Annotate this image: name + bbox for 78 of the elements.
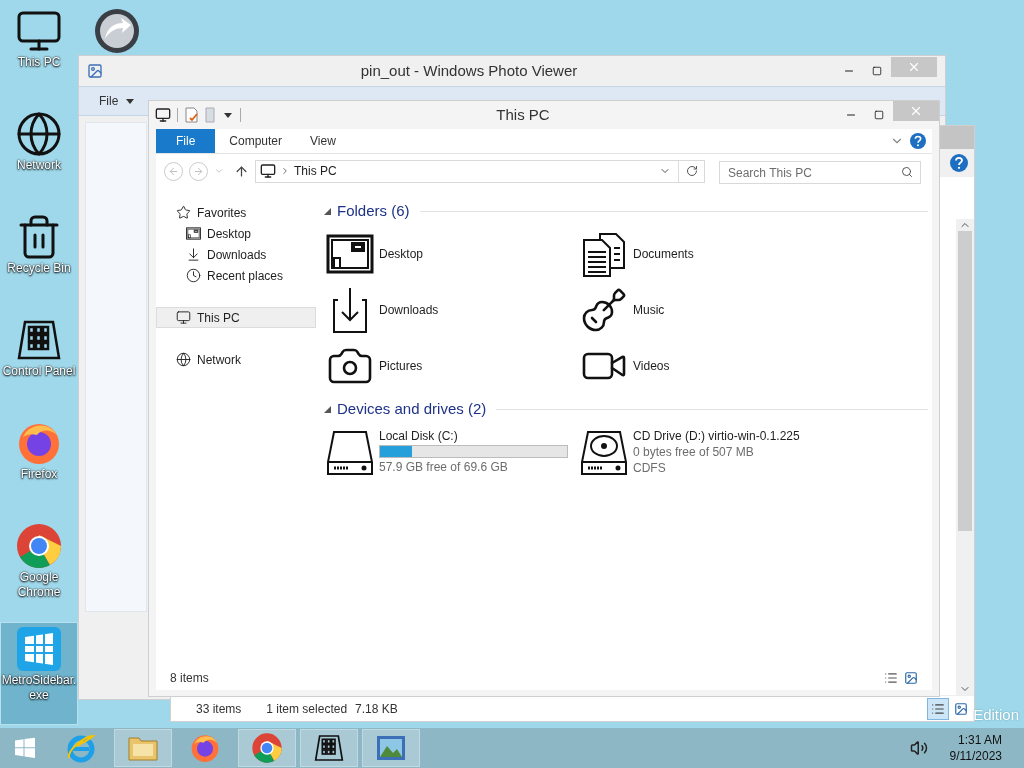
cd-drive-icon [580, 428, 628, 476]
ribbon-tab[interactable]: File [156, 129, 216, 153]
caret-icon [224, 112, 232, 118]
nav-item[interactable]: This PC [156, 307, 316, 328]
status-text: 33 items [196, 700, 242, 718]
app-shortcut-icon[interactable] [93, 7, 141, 55]
details-view-icon[interactable] [884, 671, 898, 685]
folder-item[interactable]: Pictures [326, 338, 580, 394]
firefox-icon [189, 732, 221, 764]
drive-item[interactable]: CD Drive (D:) virtio-win-0.1.225 0 bytes free of 507 MB CDFS [580, 424, 834, 480]
collapse-icon[interactable] [324, 405, 331, 413]
scrollbar[interactable] [956, 219, 974, 695]
star-icon [176, 205, 191, 220]
ie-icon [65, 732, 97, 764]
hard-drive-icon [326, 428, 374, 476]
nav-item[interactable]: Downloads [166, 244, 316, 265]
chrome-icon [15, 522, 63, 570]
folder-item[interactable]: Documents [580, 226, 834, 282]
details-view-button[interactable] [927, 697, 949, 720]
window-title: pin_out - Windows Photo Viewer [359, 60, 579, 81]
properties-icon[interactable] [184, 107, 200, 123]
group-header[interactable]: Devices and drives (2) [337, 397, 487, 421]
search-field[interactable]: Search This PC [719, 161, 921, 184]
help-icon[interactable] [910, 133, 926, 149]
clock[interactable]: 1:31 AM 9/11/2023 [949, 732, 1024, 764]
nav-item[interactable]: Desktop [166, 223, 316, 244]
globe-icon [15, 110, 63, 158]
maximize-icon [872, 66, 882, 76]
windows-logo-icon [13, 736, 37, 760]
guitar-icon [580, 286, 628, 334]
caret-icon [126, 98, 135, 104]
monitor-icon [155, 107, 171, 123]
close-icon [909, 104, 923, 118]
thumbnail-view-icon[interactable] [954, 701, 968, 716]
photo-viewer-icon [375, 734, 407, 762]
list-icon [931, 701, 945, 716]
menu-item[interactable]: File [99, 92, 135, 110]
nav-item[interactable]: Favorites [156, 202, 316, 223]
keypad-icon [313, 732, 345, 764]
thumbnail-view-icon[interactable] [904, 671, 918, 685]
folder-item[interactable]: Desktop [326, 226, 580, 282]
forward-arrow-icon [193, 165, 204, 177]
status-text: 7.18 KB [355, 700, 398, 718]
ribbon-tab[interactable]: View [296, 129, 350, 153]
nav-item[interactable]: Recent places [166, 265, 316, 286]
monitor-icon [176, 310, 191, 325]
monitor-icon [260, 163, 276, 179]
status-text: 1 item selected [266, 700, 348, 718]
volume-icon[interactable] [909, 739, 928, 757]
folder-item[interactable]: Downloads [326, 282, 580, 338]
taskbar-button[interactable] [300, 729, 358, 767]
clock-icon [186, 268, 201, 283]
documents-icon [580, 230, 628, 278]
address-crumb[interactable]: This PC [294, 162, 337, 180]
status-text: 8 items [170, 670, 210, 687]
edition-text: Edition [973, 705, 1019, 725]
folder-item[interactable]: Music [580, 282, 834, 338]
search-icon[interactable] [901, 165, 913, 178]
folder-icon [127, 734, 159, 762]
drive-item[interactable]: Local Disk (C:) 57.9 GB free of 69.6 GB [326, 424, 580, 480]
window-title: This PC [495, 104, 551, 125]
globe-icon [176, 352, 191, 367]
back-arrow-icon [168, 165, 179, 177]
window-tiles-icon [15, 625, 63, 673]
ribbon-tab[interactable]: Computer [215, 129, 297, 153]
scrollbar-thumb[interactable] [958, 231, 972, 531]
nav-item[interactable]: Network [156, 349, 316, 370]
desktop-icon [186, 226, 201, 241]
refresh-icon[interactable] [686, 165, 698, 177]
photo-viewer-icon [87, 63, 103, 79]
chrome-icon [251, 732, 283, 764]
download-icon [186, 247, 201, 262]
collapse-icon[interactable] [324, 207, 331, 215]
group-header[interactable]: Folders (6) [337, 199, 410, 223]
close-icon [907, 60, 921, 74]
maximize-icon [874, 110, 884, 120]
folder-item[interactable]: Videos [580, 338, 834, 394]
help-icon[interactable] [950, 154, 968, 172]
